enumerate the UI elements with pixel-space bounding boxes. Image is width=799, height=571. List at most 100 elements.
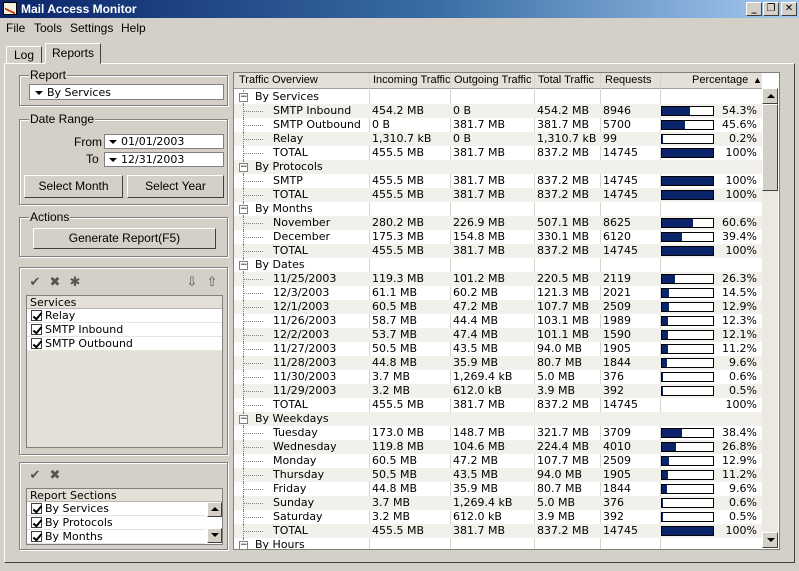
outgoing-cell: 60.2 MB — [453, 286, 499, 299]
column-header-total[interactable]: Total Traffic — [538, 74, 594, 86]
uncheck-icon[interactable]: ✖ — [47, 468, 63, 484]
table-row[interactable]: Friday 44.8 MB 35.9 MB 80.7 MB 1844 9.6% — [234, 482, 762, 496]
services-list[interactable]: Services Relay SMTP Inbound SMTP Outboun… — [26, 295, 223, 448]
table-vertical-scrollbar[interactable] — [762, 88, 778, 548]
tree-group-row[interactable]: − By Months — [234, 202, 762, 216]
tree-line — [243, 377, 263, 378]
collapse-icon[interactable]: − — [239, 163, 248, 172]
table-row[interactable]: Tuesday 173.0 MB 148.7 MB 321.7 MB 3709 38.4% — [234, 426, 762, 440]
percentage-text: 12.9% — [722, 300, 757, 313]
report-select[interactable]: By Services — [29, 84, 224, 100]
check-icon[interactable]: ✔ — [27, 468, 43, 484]
tree-group-row[interactable]: − By Hours — [234, 538, 762, 549]
table-row[interactable]: Relay 1,310.7 kB 0 B 1,310.7 kB 99 0.2% — [234, 132, 762, 146]
checkbox-checked-icon[interactable] — [31, 324, 42, 335]
tab-reports[interactable]: Reports — [45, 43, 101, 64]
table-row[interactable]: 11/30/2003 3.7 MB 1,269.4 kB 5.0 MB 376 0.6% — [234, 370, 762, 384]
checkbox-checked-icon[interactable] — [31, 503, 42, 514]
percentage-bar — [661, 526, 714, 536]
move-up-icon[interactable]: ⇧ — [204, 275, 220, 291]
table-row[interactable]: 11/25/2003 119.3 MB 101.2 MB 220.5 MB 2119 26… — [234, 272, 762, 286]
table-row[interactable]: SMTP Inbound 454.2 MB 0 B 454.2 MB 8946 54.3% — [234, 104, 762, 118]
check-icon[interactable]: ✔ — [27, 275, 43, 291]
column-header-incoming[interactable]: Incoming Traffic — [373, 74, 450, 86]
table-row[interactable]: Thursday 50.5 MB 43.5 MB 94.0 MB 1905 11.2% — [234, 468, 762, 482]
column-header-requests[interactable]: Requests — [605, 74, 651, 86]
row-label: TOTAL — [273, 244, 308, 257]
sections-scroll-down-button[interactable] — [207, 528, 222, 543]
uncheck-icon[interactable]: ✖ — [47, 275, 63, 291]
table-row[interactable]: Saturday 3.2 MB 612.0 kB 3.9 MB 392 0.5% — [234, 510, 762, 524]
report-table[interactable]: Traffic Overview Incoming Traffic Outgoi… — [233, 72, 780, 550]
table-row[interactable]: SMTP 455.5 MB 381.7 MB 837.2 MB 14745 100% — [234, 174, 762, 188]
total-cell: 107.7 MB — [537, 300, 590, 313]
table-row[interactable]: 12/1/2003 60.5 MB 47.2 MB 107.7 MB 2509 12.9% — [234, 300, 762, 314]
move-down-icon[interactable]: ⇩ — [184, 275, 200, 291]
table-row[interactable]: 11/27/2003 50.5 MB 43.5 MB 94.0 MB 1905 11.2% — [234, 342, 762, 356]
list-item[interactable]: By Services — [27, 502, 205, 516]
tree-group-row[interactable]: − By Dates — [234, 258, 762, 272]
list-item[interactable]: Relay — [27, 309, 222, 323]
collapse-icon[interactable]: − — [239, 261, 248, 270]
column-header-percentage[interactable]: Percentage — [692, 74, 748, 86]
collapse-icon[interactable]: − — [239, 415, 248, 424]
table-row[interactable]: TOTAL 455.5 MB 381.7 MB 837.2 MB 14745 100% — [234, 188, 762, 202]
menu-settings[interactable]: Settings — [70, 21, 113, 35]
table-row[interactable]: Monday 60.5 MB 47.2 MB 107.7 MB 2509 12.9% — [234, 454, 762, 468]
close-button[interactable]: ✕ — [781, 2, 797, 16]
tree-group-row[interactable]: − By Services — [234, 90, 762, 104]
scroll-down-button[interactable] — [762, 532, 778, 548]
table-row[interactable]: TOTAL 455.5 MB 381.7 MB 837.2 MB 14745 100% — [234, 146, 762, 160]
select-year-button[interactable]: Select Year — [127, 175, 224, 198]
to-date-picker[interactable]: 12/31/2003 — [104, 152, 224, 167]
minimize-button[interactable]: _ — [746, 2, 762, 16]
table-row[interactable]: TOTAL 455.5 MB 381.7 MB 837.2 MB 14745 100% — [234, 244, 762, 258]
table-row[interactable]: November 280.2 MB 226.9 MB 507.1 MB 8625 60.6… — [234, 216, 762, 230]
collapse-icon[interactable]: − — [239, 541, 248, 549]
generate-report-button[interactable]: Generate Report(F5) — [33, 228, 216, 249]
from-date-picker[interactable]: 01/01/2003 — [104, 134, 224, 149]
menu-help[interactable]: Help — [121, 21, 146, 35]
checkbox-checked-icon[interactable] — [31, 338, 42, 349]
table-row[interactable]: Sunday 3.7 MB 1,269.4 kB 5.0 MB 376 0.6% — [234, 496, 762, 510]
table-row[interactable]: December 175.3 MB 154.8 MB 330.1 MB 6120 39.4… — [234, 230, 762, 244]
checkbox-checked-icon[interactable] — [31, 517, 42, 528]
tree-line — [243, 531, 263, 532]
sections-scroll-up-button[interactable] — [207, 502, 222, 517]
scroll-up-button[interactable] — [762, 88, 778, 104]
table-row[interactable]: Wednesday 119.8 MB 104.6 MB 224.4 MB 4010 26.… — [234, 440, 762, 454]
table-row[interactable]: 11/28/2003 44.8 MB 35.9 MB 80.7 MB 1844 9.6% — [234, 356, 762, 370]
outgoing-cell: 44.4 MB — [453, 314, 499, 327]
checkbox-checked-icon[interactable] — [31, 310, 42, 321]
group-label: By Services — [255, 90, 319, 103]
menu-tools[interactable]: Tools — [34, 21, 62, 35]
select-month-button[interactable]: Select Month — [24, 175, 123, 198]
collapse-icon[interactable]: − — [239, 93, 248, 102]
table-row[interactable]: 12/3/2003 61.1 MB 60.2 MB 121.3 MB 2021 14.5% — [234, 286, 762, 300]
percentage-bar-fill — [662, 345, 668, 353]
table-row[interactable]: TOTAL 455.5 MB 381.7 MB 837.2 MB 14745 100% — [234, 524, 762, 538]
list-item[interactable]: By Months — [27, 530, 205, 544]
invert-icon[interactable]: ✱ — [67, 275, 83, 291]
scroll-thumb[interactable] — [762, 104, 778, 191]
percentage-text: 100% — [725, 524, 757, 537]
table-row[interactable]: 11/29/2003 3.2 MB 612.0 kB 3.9 MB 392 0.5% — [234, 384, 762, 398]
table-row[interactable]: TOTAL 455.5 MB 381.7 MB 837.2 MB 14745 100% — [234, 398, 762, 412]
report-sections-list[interactable]: Report Sections By Services By Protocols… — [26, 488, 223, 545]
list-item[interactable]: SMTP Inbound — [27, 323, 222, 337]
menu-file[interactable]: File — [6, 21, 25, 35]
row-label: Relay — [273, 132, 304, 145]
restore-button[interactable]: ❐ — [763, 2, 779, 16]
table-row[interactable]: SMTP Outbound 0 B 381.7 MB 381.7 MB 5700 45.6… — [234, 118, 762, 132]
table-row[interactable]: 11/26/2003 58.7 MB 44.4 MB 103.1 MB 1989 12.3… — [234, 314, 762, 328]
list-item[interactable]: SMTP Outbound — [27, 337, 222, 351]
tab-log[interactable]: Log — [6, 46, 42, 64]
checkbox-checked-icon[interactable] — [31, 531, 42, 542]
column-header-traffic-overview[interactable]: Traffic Overview — [239, 74, 318, 86]
column-header-outgoing[interactable]: Outgoing Traffic — [454, 74, 531, 86]
table-row[interactable]: 12/2/2003 53.7 MB 47.4 MB 101.1 MB 1590 12.1% — [234, 328, 762, 342]
list-item[interactable]: By Protocols — [27, 516, 205, 530]
collapse-icon[interactable]: − — [239, 205, 248, 214]
tree-group-row[interactable]: − By Protocols — [234, 160, 762, 174]
tree-group-row[interactable]: − By Weekdays — [234, 412, 762, 426]
